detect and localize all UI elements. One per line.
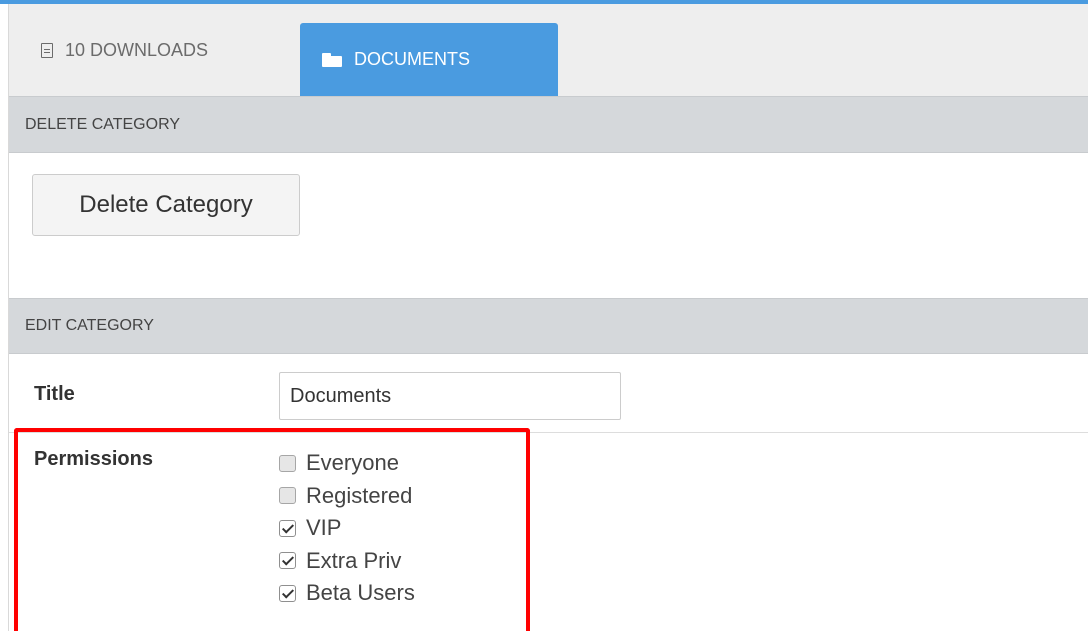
category-panel: 10 DOWNLOADS DOCUMENTS DELETE CATEGORY D… [0,0,1088,631]
tab-documents[interactable]: DOCUMENTS [300,23,558,96]
delete-category-button[interactable]: Delete Category [32,174,300,236]
tab-downloads[interactable]: 10 DOWNLOADS [29,4,299,96]
document-icon [41,42,53,58]
tab-downloads-label: 10 DOWNLOADS [65,39,209,60]
title-input[interactable] [279,372,621,420]
tab-bar: 10 DOWNLOADS DOCUMENTS [9,4,1088,97]
tab-documents-label: DOCUMENTS [354,49,470,69]
folder-icon [322,52,342,67]
edit-category-header-text: EDIT CATEGORY [25,317,154,334]
permissions-highlight-box [14,428,530,631]
delete-category-header-text: DELETE CATEGORY [25,115,180,133]
delete-category-header: DELETE CATEGORY [9,96,1088,153]
title-label: Title [34,383,75,405]
edit-category-header: EDIT CATEGORY [9,298,1088,354]
